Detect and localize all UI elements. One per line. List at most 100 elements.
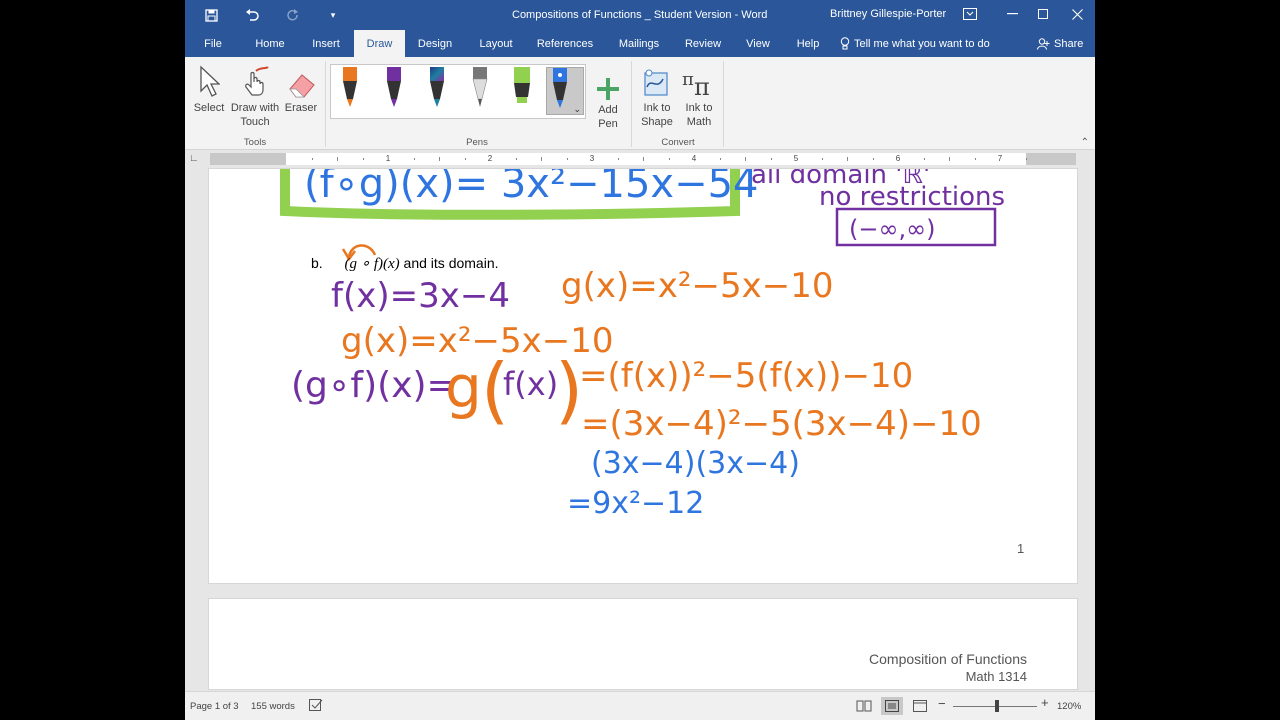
pencil-pen[interactable] [467,67,493,115]
page-count[interactable]: Page 1 of 3 [190,701,239,712]
tab-stop-selector[interactable]: ∟ [189,153,201,165]
horizontal-ruler[interactable]: ∟ 1 2 3 4 5 6 7 [185,150,1095,169]
add-pen-label-2: Pen [598,118,618,130]
ruler-tick [311,158,313,160]
zoom-out-button[interactable]: − [938,696,946,711]
tab-review[interactable]: Review [682,30,724,57]
draw-with-touch-button[interactable]: Draw with Touch [229,61,281,129]
minimize-icon[interactable] [997,4,1027,24]
ink-to-shape-button[interactable]: Ink to Shape [637,61,677,129]
ruler-tick [413,158,415,160]
close-icon[interactable] [1062,4,1092,24]
ruler-tick [719,158,721,160]
page-header-subtitle: Math 1314 [965,669,1027,684]
group-separator [325,61,326,147]
tab-view[interactable]: View [743,30,773,57]
group-separator [631,61,632,147]
person-icon [1037,37,1050,50]
word-count[interactable]: 155 words [251,701,295,712]
tab-help[interactable]: Help [792,30,824,57]
undo-icon[interactable] [240,6,264,24]
document-page-2[interactable]: Composition of Functions Math 1314 [209,599,1077,689]
select-button[interactable]: Select [193,61,225,115]
ruler-tick [617,158,619,160]
ruler-tick [566,158,568,160]
problem-text: and its domain. [399,255,499,271]
ribbon-display-options-icon[interactable] [955,4,985,24]
ruler-tick [872,158,874,160]
ruler-tick [949,157,950,161]
ruler-tick [439,157,440,161]
tab-design[interactable]: Design [413,30,457,57]
pen-options-chevron-icon[interactable]: ⌄ [573,104,581,115]
customize-qat-icon[interactable]: ▾ [321,6,345,24]
add-pen-button[interactable]: Add Pen [593,61,623,131]
user-name[interactable]: Brittney Gillespie-Porter [830,8,946,20]
blue-pen-selected[interactable]: ⌄ [546,67,584,115]
pens-group-label: Pens [466,137,488,148]
zoom-level[interactable]: 120% [1057,701,1081,712]
tab-references[interactable]: References [535,30,595,57]
eraser-button[interactable]: Eraser [284,61,318,115]
read-mode-icon[interactable] [853,697,875,715]
document-title: Compositions of Functions _ Student Vers… [512,9,768,21]
tab-file[interactable]: File [197,30,229,57]
problem-math: (g ∘ f)(x) [344,256,400,272]
ruler-tick [362,158,364,160]
web-layout-icon[interactable] [909,697,931,715]
plus-icon [596,61,620,101]
tab-draw[interactable]: Draw [354,30,405,57]
ruler-tick [515,158,517,160]
ink-fog: (f∘g)(x)= 3x²−15x−54 [304,169,759,207]
ink-interval: (−∞,∞) [849,215,935,243]
maximize-icon[interactable] [1028,4,1058,24]
orange-pen[interactable] [337,67,363,115]
ink-to-math-button[interactable]: ππ Ink to Math [680,61,718,129]
ruler-bar[interactable]: 1 2 3 4 5 6 7 [210,153,1076,165]
green-highlighter[interactable] [509,67,535,115]
collapse-ribbon-icon[interactable]: ⌃ [1081,137,1089,148]
status-bar: Page 1 of 3 155 words − + 120% [185,691,1095,720]
ribbon-tabs: File Home Insert Draw Design Layout Refe… [185,30,1095,57]
save-icon[interactable] [199,6,223,24]
zoom-in-button[interactable]: + [1041,695,1049,710]
redo-icon[interactable] [281,6,305,24]
ruler-tick [668,158,670,160]
ruler-tick [337,157,338,161]
tab-insert[interactable]: Insert [307,30,345,57]
tab-layout[interactable]: Layout [475,30,517,57]
touch-hand-icon [238,61,272,99]
tell-me-label: Tell me what you want to do [854,37,990,50]
ink-annotations[interactable]: (f∘g)(x)= 3x²−15x−54 all domain 'ℝ' no r… [209,169,1077,583]
ruler-number: 2 [487,154,493,163]
ink-step2: =(3x−4)²−5(3x−4)−10 [581,404,982,444]
ruler-tick [923,158,925,160]
group-separator [723,61,724,147]
ink-step4: =9x²−12 [567,486,704,521]
ruler-tick [541,157,542,161]
problem-b: b. (g ∘ f)(x) and its domain. [311,254,499,273]
ink-no-restrictions: no restrictions [819,182,1005,212]
share-button[interactable]: Share [1037,30,1083,57]
tell-me-search[interactable]: Tell me what you want to do [840,30,990,57]
ruler-tick [643,157,644,161]
ink-to-shape-icon [641,61,673,99]
ink-fx: f(x)=3x−4 [331,276,510,316]
convert-group-label: Convert [661,137,695,148]
pen-gallery[interactable]: ⌄ [330,64,586,119]
tab-mailings[interactable]: Mailings [614,30,664,57]
tools-group-label: Tools [243,137,267,148]
tab-home[interactable]: Home [251,30,289,57]
page-header-title: Composition of Functions [869,651,1027,667]
svg-text:π: π [682,69,694,90]
ruler-tick [847,157,848,161]
page-number: 1 [1017,541,1025,556]
print-layout-icon[interactable] [881,697,903,715]
proofing-icon[interactable] [309,699,323,714]
galaxy-pen[interactable] [424,67,450,115]
document-page-1[interactable]: (f∘g)(x)= 3x²−15x−54 all domain 'ℝ' no r… [209,169,1077,583]
zoom-slider-thumb[interactable] [995,700,1000,712]
ink-step1: =(f(x))²−5(f(x))−10 [579,356,913,396]
purple-pen[interactable] [381,67,407,115]
add-pen-label-1: Add [598,104,618,116]
